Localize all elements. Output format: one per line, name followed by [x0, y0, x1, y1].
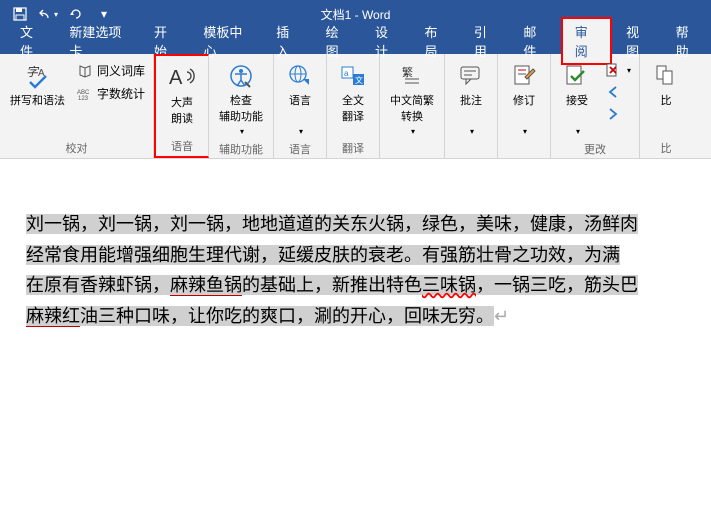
group-proofing-label: 校对 — [4, 140, 149, 158]
comment-icon — [455, 60, 487, 92]
selected-text: ，一锅三吃，筋头巴 — [476, 275, 638, 295]
accessibility-icon — [225, 60, 257, 92]
document-area[interactable]: 刘一锅，刘一锅，刘一锅，地地道道的关东火锅，绿色，美味，健康，汤鲜肉 经常食用能… — [0, 159, 711, 331]
svg-text:文: 文 — [355, 75, 363, 85]
group-compare: 比 比 — [640, 54, 692, 158]
spell-icon: 字A — [22, 60, 54, 92]
svg-text:a: a — [344, 69, 349, 78]
group-language-label: 语言 — [278, 141, 322, 159]
accept-label: 接受 — [566, 94, 588, 108]
svg-text:A: A — [169, 67, 183, 89]
selected-text: 麻辣鱼锅 — [170, 275, 242, 296]
tracking-icon — [508, 60, 540, 92]
chevron-down-icon: ▾ — [411, 127, 415, 137]
translate-icon: a文 — [337, 60, 369, 92]
chevron-down-icon: ▾ — [470, 127, 474, 137]
chevron-down-icon: ▾ — [240, 127, 244, 137]
group-proofing: 字A 拼写和语法 同义词库 ABC123 字数统计 校对 — [0, 54, 154, 158]
group-tracking-label — [502, 156, 546, 158]
reject-icon — [605, 62, 621, 78]
thesaurus-button[interactable]: 同义词库 — [73, 60, 149, 81]
read-aloud-icon: A — [166, 62, 198, 94]
group-translate-label: 翻译 — [331, 140, 375, 158]
chinese-label2: 转换 — [401, 110, 423, 124]
group-language: 语言 ▾ 语言 — [274, 54, 327, 158]
paragraph-mark: ↵ — [494, 306, 509, 326]
chinese-convert-icon: 繁 — [396, 60, 428, 92]
group-comments: 批注 ▾ — [445, 54, 498, 158]
compare-label: 比 — [661, 94, 672, 108]
spell-grammar-button[interactable]: 字A 拼写和语法 — [4, 56, 71, 112]
reject-button[interactable]: ▾ — [601, 60, 635, 80]
group-chinese-label — [384, 156, 440, 158]
thesaurus-label: 同义词库 — [97, 62, 145, 79]
ribbon: 字A 拼写和语法 同义词库 ABC123 字数统计 校对 A 大声 朗读 — [0, 54, 711, 159]
chevron-down-icon: ▾ — [299, 127, 303, 137]
translate-label1: 全文 — [342, 94, 364, 108]
wordcount-icon: ABC123 — [77, 86, 93, 102]
accessibility-label1: 检查 — [230, 94, 252, 108]
accept-button[interactable]: 接受 ▾ — [555, 56, 599, 141]
translate-label2: 翻译 — [342, 110, 364, 124]
spell-grammar-label: 拼写和语法 — [10, 94, 65, 108]
chevron-down-icon: ▾ — [576, 127, 580, 137]
prev-change-button[interactable] — [601, 82, 635, 102]
compare-icon — [650, 60, 682, 92]
chinese-label1: 中文简繁 — [390, 94, 434, 108]
next-change-button[interactable] — [601, 104, 635, 124]
ribbon-tabs: 文件 新建选项卡 开始 模板中心 插入 绘图 设计 布局 引用 邮件 审阅 视图… — [0, 28, 711, 54]
chevron-down-icon: ▾ — [627, 66, 631, 75]
tracking-button[interactable]: 修订 ▾ — [502, 56, 546, 141]
next-icon — [605, 106, 621, 122]
selected-text: 油三种口味，让你吃的爽口，涮的开心，回味无穷。 — [80, 306, 494, 326]
chevron-down-icon: ▾ — [523, 127, 527, 137]
selected-text: 三味锅 — [422, 275, 476, 295]
selected-text: 在原有香辣虾锅， — [26, 275, 170, 295]
svg-text:123: 123 — [78, 96, 89, 101]
group-translate: a文 全文 翻译 翻译 — [327, 54, 380, 158]
language-label: 语言 — [289, 94, 311, 108]
translate-button[interactable]: a文 全文 翻译 — [331, 56, 375, 129]
group-changes-label: 更改 — [555, 141, 635, 159]
compare-button[interactable]: 比 — [644, 56, 688, 112]
selected-text: 经常食用能增强细胞生理代谢，延缓皮肤的衰老。有强筋壮骨之功效，为满 — [26, 245, 620, 265]
text-line: 在原有香辣虾锅，麻辣鱼锅的基础上，新推出特色三味锅，一锅三吃，筋头巴 — [26, 270, 711, 301]
text-line: 经常食用能增强细胞生理代谢，延缓皮肤的衰老。有强筋壮骨之功效，为满 — [26, 240, 711, 271]
document-text: 刘一锅，刘一锅，刘一锅，地地道道的关东火锅，绿色，美味，健康，汤鲜肉 经常食用能… — [0, 209, 711, 331]
language-button[interactable]: 语言 ▾ — [278, 56, 322, 141]
group-speech: A 大声 朗读 语音 — [154, 54, 209, 158]
selected-text: 刘一锅，刘一锅，刘一锅，地地道道的关东火锅，绿色，美味，健康，汤鲜肉 — [26, 214, 638, 234]
selected-text: 麻辣红 — [26, 306, 80, 327]
group-compare-label: 比 — [644, 140, 688, 158]
window-title: 文档1 - Word — [321, 6, 391, 23]
wordcount-label: 字数统计 — [97, 85, 145, 102]
group-changes: 接受 ▾ ▾ 更改 — [551, 54, 640, 158]
accessibility-label2: 辅助功能 — [219, 110, 263, 124]
selected-text: 的基础上，新推出特色 — [242, 275, 422, 295]
comments-button[interactable]: 批注 ▾ — [449, 56, 493, 141]
text-line: 麻辣红油三种口味，让你吃的爽口，涮的开心，回味无穷。↵ — [26, 301, 711, 332]
text-line: 刘一锅，刘一锅，刘一锅，地地道道的关东火锅，绿色，美味，健康，汤鲜肉 — [26, 209, 711, 240]
wordcount-button[interactable]: ABC123 字数统计 — [73, 83, 149, 104]
read-aloud-button[interactable]: A 大声 朗读 — [160, 58, 204, 131]
comments-label: 批注 — [460, 94, 482, 108]
book-icon — [77, 63, 93, 79]
accessibility-button[interactable]: 检查 辅助功能 ▾ — [213, 56, 269, 141]
group-accessibility-label: 辅助功能 — [213, 141, 269, 159]
read-aloud-label1: 大声 — [171, 96, 193, 110]
svg-text:繁: 繁 — [402, 65, 413, 79]
group-comments-label — [449, 156, 493, 158]
group-chinese: 繁 中文简繁 转换 ▾ — [380, 54, 445, 158]
group-speech-label: 语音 — [160, 138, 204, 156]
globe-icon — [284, 60, 316, 92]
group-accessibility: 检查 辅助功能 ▾ 辅助功能 — [209, 54, 274, 158]
chinese-convert-button[interactable]: 繁 中文简繁 转换 ▾ — [384, 56, 440, 141]
group-tracking: 修订 ▾ — [498, 54, 551, 158]
accept-icon — [561, 60, 593, 92]
tracking-label: 修订 — [513, 94, 535, 108]
prev-icon — [605, 84, 621, 100]
read-aloud-label2: 朗读 — [171, 112, 193, 126]
